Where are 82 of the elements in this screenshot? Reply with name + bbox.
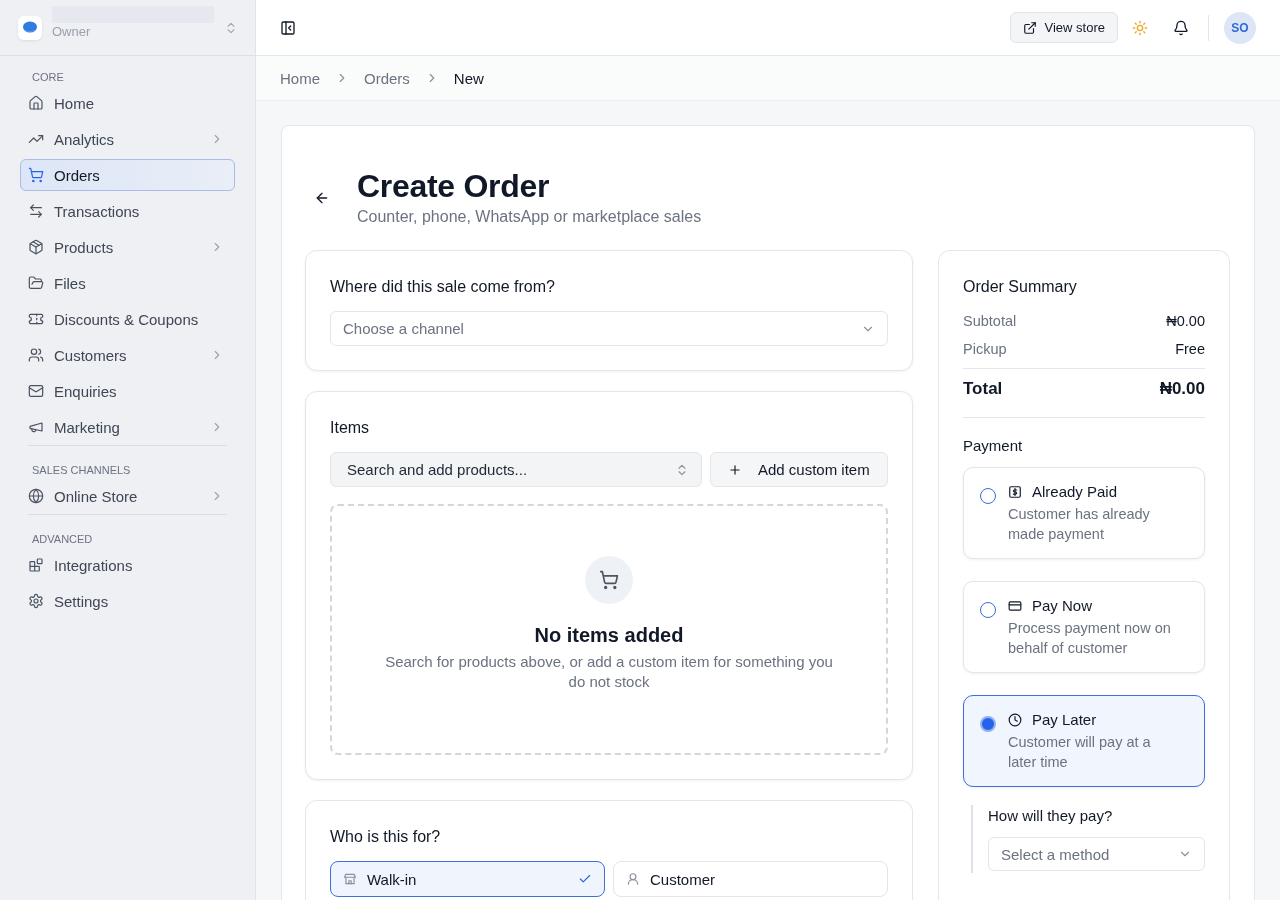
page-subtitle: Counter, phone, WhatsApp or marketplace sales	[357, 207, 702, 227]
empty-state-title: No items added	[534, 622, 684, 648]
empty-state-text: Search for products above, or add a custom item for something you do not stock	[385, 651, 833, 692]
summary-value: ₦0.00	[1166, 312, 1205, 331]
sidebar-item[interactable]: Home	[20, 87, 235, 119]
external-link-icon	[1022, 20, 1037, 35]
summary-value: Free	[1175, 340, 1205, 359]
payment-option[interactable]: Pay Later Customer will pay at a later time	[963, 695, 1205, 787]
box-icon	[28, 239, 44, 255]
sidebar-item[interactable]: Analytics	[20, 123, 235, 155]
payment-heading: Payment	[963, 436, 1024, 456]
sidebar-item[interactable]: Integrations	[20, 549, 235, 581]
section-label: SALES CHANNELS	[31, 464, 132, 476]
back-arrow-icon[interactable]	[314, 190, 330, 206]
credit-card-icon	[1008, 599, 1022, 613]
breadcrumb-current: New	[453, 69, 484, 87]
channel-select[interactable]: Choose a channel	[330, 311, 888, 346]
sidebar-toggle-icon[interactable]	[280, 19, 296, 36]
payment-option-title: Already Paid	[1032, 482, 1118, 502]
logo-icon	[18, 15, 42, 40]
breadcrumb-link[interactable]: Home	[280, 69, 320, 87]
payment-option[interactable]: Pay Now Process payment now on behalf of customer	[963, 581, 1205, 673]
breadcrumb-link[interactable]: Orders	[364, 69, 410, 87]
page-title: Create Order	[357, 168, 551, 204]
customer-type-option[interactable]: Walk-in	[330, 861, 605, 897]
payment-option-title: Pay Later	[1032, 710, 1097, 730]
summary-label: Subtotal	[963, 312, 1017, 331]
radio-button[interactable]	[980, 716, 996, 732]
payment-method-select[interactable]: Select a method	[988, 837, 1205, 871]
megaphone-icon	[28, 419, 44, 435]
total-label: Total	[963, 378, 1003, 400]
payment-option[interactable]: Already Paid Customer has already made payment	[963, 467, 1205, 559]
view-store-button[interactable]: View store	[1009, 12, 1118, 43]
sidebar-item[interactable]: Products	[20, 231, 235, 263]
sun-icon[interactable]	[1132, 19, 1148, 36]
folder-icon	[28, 275, 44, 291]
customer-type-option[interactable]: Customer	[613, 861, 888, 897]
clock-icon	[1008, 713, 1022, 727]
cart-icon	[28, 167, 44, 183]
plus-icon	[728, 462, 742, 477]
avatar[interactable]: SO	[1224, 11, 1256, 44]
settings-icon	[28, 593, 44, 609]
people-icon	[28, 347, 44, 363]
field-label: How will they pay?	[988, 806, 1114, 826]
payment-option-description: Customer has already made payment	[1008, 505, 1151, 544]
sidebar-item[interactable]: Discounts & Coupons	[20, 303, 235, 335]
product-search-combobox[interactable]: Search and add products...	[330, 452, 702, 487]
sidebar-item[interactable]: Transactions	[20, 195, 235, 227]
sidebar-item[interactable]: Online Store	[20, 480, 235, 512]
dollar-square-icon	[1008, 485, 1022, 499]
section-label: ADVANCED	[31, 533, 94, 545]
add-custom-item-button[interactable]: Add custom item	[710, 452, 888, 487]
sidebar-item[interactable]: Files	[20, 267, 235, 299]
sidebar-item[interactable]: Customers	[20, 339, 235, 371]
card-title: Order Summary	[963, 277, 1078, 297]
home-icon	[28, 95, 44, 111]
sidebar-item[interactable]: Settings	[20, 585, 235, 617]
person-icon	[626, 872, 640, 886]
cart-icon	[585, 555, 633, 604]
account-role: Owner	[52, 24, 92, 40]
summary-label: Pickup	[963, 340, 1007, 359]
check-icon	[578, 872, 592, 886]
globe-icon	[28, 488, 44, 504]
mail-icon	[28, 383, 44, 399]
radio-button[interactable]	[980, 602, 996, 618]
ticket-icon	[28, 311, 44, 327]
sidebar-item[interactable]: Orders	[20, 159, 235, 191]
sidebar-item[interactable]: Marketing	[20, 411, 235, 443]
payment-option-description: Process payment now on behalf of customer	[1008, 619, 1172, 658]
total-value: ₦0.00	[1159, 378, 1205, 400]
radio-button[interactable]	[980, 488, 996, 504]
section-label: CORE	[31, 71, 65, 83]
card-title: Who is this for?	[330, 827, 442, 847]
blocks-icon	[28, 557, 44, 573]
payment-option-title: Pay Now	[1032, 596, 1093, 616]
notifications-icon[interactable]	[1173, 19, 1189, 36]
store-icon	[343, 872, 357, 886]
sidebar-item[interactable]: Enquiries	[20, 375, 235, 407]
card-title: Where did this sale come from?	[330, 277, 556, 297]
payment-option-description: Customer will pay at a later time	[1008, 733, 1152, 772]
arrows-icon	[28, 203, 44, 219]
card-title: Items	[330, 418, 371, 438]
